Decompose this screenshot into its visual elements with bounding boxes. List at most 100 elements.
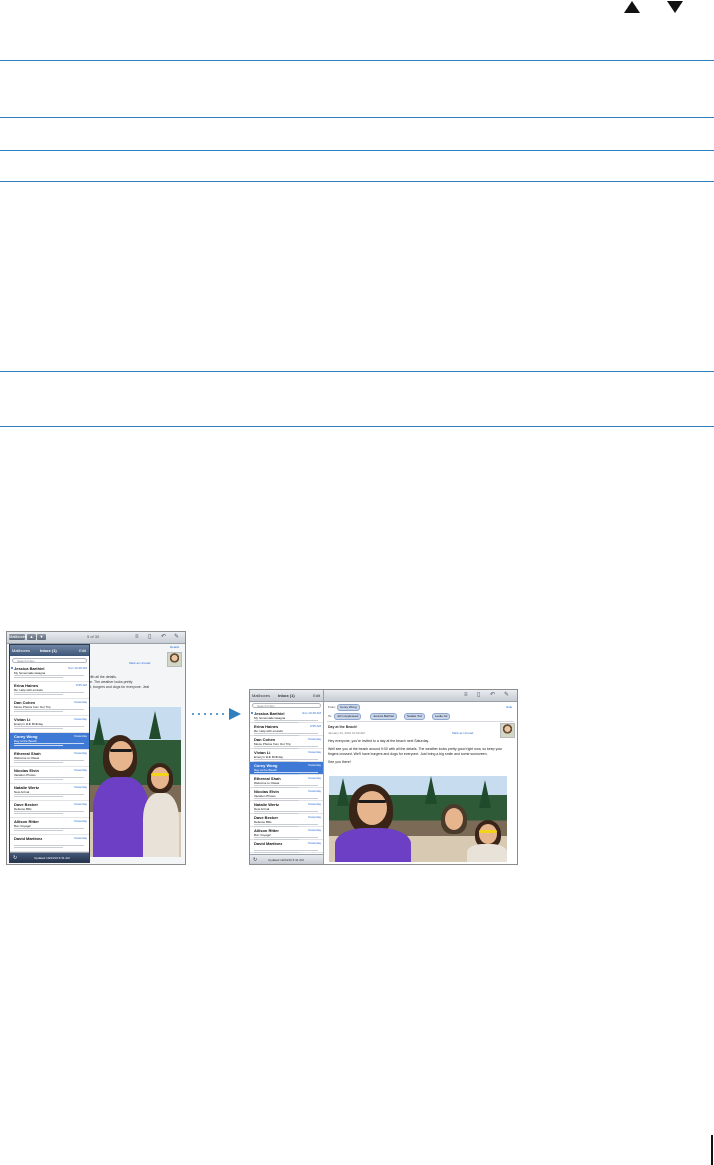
mailboxes-back-button[interactable]: Mailboxes [12,648,30,653]
message-row[interactable]: Corey Wong Yesterday Day at the Beach [10,733,89,750]
message-row[interactable]: Corey Wong Yesterday Day at the Beach [250,762,323,775]
message-time: Yesterday [73,819,87,823]
message-time: Yesterday [307,815,321,819]
message-date: January 24, 2010 10:00 AM [328,731,365,735]
message-row[interactable]: Ethereal Shah Yesterday Welcome to Oiteas [10,750,89,767]
message-row[interactable]: Vivian Li Yesterday Emery's 11th Birthday [10,716,89,733]
updated-status: Updated 10/24/10 6:31 AM [268,858,304,862]
message-row[interactable]: Dan Cohen Yesterday Movie Photos from Our … [10,699,89,716]
message-preview [14,760,84,763]
previous-page-icon[interactable] [624,1,640,13]
message-time: Yesterday [307,776,321,780]
edit-button[interactable]: Edit [79,648,86,653]
message-preview [14,692,84,695]
next-message-button[interactable]: ▼ [37,634,46,640]
previous-message-button[interactable]: ▲ [27,634,36,640]
beach-photo [89,707,181,857]
message-preview [14,811,84,814]
details-link[interactable]: Details [170,645,179,649]
popover-footer: ↻ Updated 10/24/10 6:31 AM [10,852,89,862]
reply-icon[interactable]: ↶ [161,634,166,640]
message-preview [14,743,84,746]
message-time: Yesterday [73,700,87,704]
refresh-icon[interactable]: ↻ [13,855,17,861]
from-label: From: [328,705,336,709]
mailboxes-back-button[interactable]: Mailboxes [252,693,270,698]
message-row[interactable]: Jessica Barthiel Sun 10:48 AM My homemade … [250,710,323,723]
message-row[interactable]: Vivian Li Yesterday Emery's 11th Birthday [250,749,323,762]
search-input[interactable]: Search Inbox [252,703,321,708]
message-row[interactable]: David Martinez Yesterday [10,835,89,852]
message-row[interactable]: Nicolas Elvin Yesterday Vacation Photos [10,767,89,784]
reply-icon[interactable]: ↶ [490,692,495,698]
message-row[interactable]: Allison Ritter Yesterday Bon Voyage! [250,827,323,840]
table-rule-1 [0,60,714,61]
message-row[interactable]: David Martinez Yesterday [250,840,323,853]
inbox-title: Inbox (1) [40,648,57,653]
message-row[interactable]: Allison Ritter Yesterday Bon Voyage! [10,818,89,835]
mark-unread-link[interactable]: Mark as Unread [129,661,150,665]
hide-link[interactable]: Hide [506,705,512,709]
unread-dot-icon [251,712,253,714]
to-chip[interactable]: Leslie Gil [432,713,451,720]
message-preview [14,845,84,848]
folder-icon[interactable]: ≡ [135,634,140,640]
portrait-ipad-screenshot: Mailboxes ▲ ▼ 5 of 30 ≡ ▯ ↶ ✎ Details Ma… [6,631,186,865]
mailboxes-button[interactable]: Mailboxes [9,634,27,640]
message-row[interactable]: Jessica Barthiel Sun 10:48 AM My homemade … [10,665,89,682]
message-time: Yesterday [307,802,321,806]
message-time: Sun 10:48 AM [68,666,87,670]
folder-icon[interactable]: ≡ [464,692,469,698]
edit-button[interactable]: Edit [313,693,320,698]
message-row[interactable]: Erina Haines 9:55 AM Re: Help with errands [10,682,89,699]
trash-icon[interactable]: ▯ [477,692,482,698]
trash-icon[interactable]: ▯ [148,634,153,640]
message-row[interactable]: Nicolas Elvin Yesterday Vacation Photos [250,788,323,801]
mark-unread-link[interactable]: Mark as Unread [452,731,473,735]
partial-body-line-3: rt, burgers and dogs for everyone. Jeal [89,685,150,689]
to-chip[interactable]: Jessica Barthiel [370,713,398,720]
refresh-icon[interactable]: ↻ [253,857,257,863]
table-rule-4 [0,181,714,182]
next-page-icon[interactable] [667,1,683,13]
inbox-popover: Mailboxes Inbox (1) Edit Search Inbox Je… [9,644,90,863]
compose-icon[interactable]: ✎ [504,692,509,698]
message-row[interactable]: Natalie Wertz Yesterday New Arrival [10,784,89,801]
sender-avatar [167,652,182,667]
message-preview [14,828,84,831]
message-preview [254,850,319,853]
message-row[interactable]: Dan Cohen Yesterday Movie Photos from Our … [250,736,323,749]
to-chip[interactable]: John Appleseed [334,713,362,720]
message-time: Yesterday [73,717,87,721]
message-row[interactable]: Ethereal Shah Yesterday Welcome to Oiteas [250,775,323,788]
message-time: Sun 10:48 AM [302,711,321,715]
message-sender: David Martinez [14,836,43,841]
inbox-title: Inbox (1) [278,693,295,698]
updated-status: Updated 10/24/10 6:31 AM [34,856,70,860]
partial-body-line-1: vith all the details. [89,675,117,679]
message-row[interactable]: Natalie Wertz Yesterday New Arrival [250,801,323,814]
message-time: Yesterday [73,802,87,806]
body-paragraph: Hey everyone, you're invited to a day at… [328,739,429,743]
message-time: Yesterday [307,828,321,832]
table-rule-3 [0,150,714,151]
table-rule-6 [0,426,714,427]
message-row[interactable]: Dave Becker Yesterday Defense Bills [250,814,323,827]
from-chip[interactable]: Corey Wong [337,704,360,711]
message-row[interactable]: Dave Becker Yesterday Defense Bills [10,801,89,818]
message-subject: Day at the Beach! [328,725,358,729]
message-time: Yesterday [307,750,321,754]
popover-header: Mailboxes Inbox (1) Edit [10,645,89,656]
to-chip[interactable]: Natalie Tort [404,713,426,720]
message-time: Yesterday [73,836,87,840]
page-margin-rule [711,1135,713,1165]
message-sender: David Martinez [254,841,283,846]
message-toolbar: Mailboxes ▲ ▼ 5 of 30 ≡ ▯ ↶ ✎ [7,632,185,644]
message-preview [14,675,84,678]
message-time: Yesterday [307,789,321,793]
message-time: Yesterday [307,737,321,741]
search-input[interactable]: Search Inbox [12,658,87,663]
message-time: Yesterday [73,734,87,738]
compose-icon[interactable]: ✎ [174,634,179,640]
message-row[interactable]: Erina Haines 9:55 AM Re: Help with errands [250,723,323,736]
